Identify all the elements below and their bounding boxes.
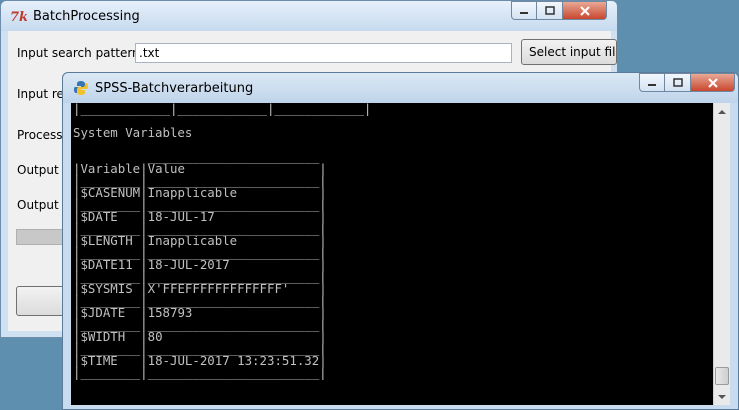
chevron-up-icon: [718, 109, 726, 114]
select-input-file-button[interactable]: Select input file: [521, 39, 617, 65]
close-button[interactable]: [691, 73, 735, 92]
minimize-button[interactable]: [639, 73, 665, 92]
output-f-label: Output f: [17, 163, 67, 177]
minimize-button[interactable]: [511, 1, 537, 20]
vertical-scrollbar[interactable]: [713, 103, 730, 405]
python-icon: [74, 81, 88, 95]
progress-bar: [16, 229, 66, 245]
title-bar[interactable]: 7k BatchProcessing: [1, 1, 617, 31]
input-pattern-label: Input search pattern: [17, 46, 140, 60]
close-icon: [707, 77, 718, 88]
maximize-icon: [672, 78, 683, 87]
action-button[interactable]: [16, 286, 66, 316]
input-pattern-field[interactable]: .txt: [135, 43, 512, 63]
chevron-down-icon: [718, 394, 726, 399]
system-variables-table: _______________________ |Variable|Value …: [71, 150, 713, 380]
scroll-down-button[interactable]: [714, 388, 730, 405]
maximize-button[interactable]: [537, 1, 563, 20]
scroll-thumb[interactable]: [715, 367, 729, 385]
title-bar[interactable]: SPSS-Batchverarbeitung: [63, 73, 738, 103]
processing-label: Processi: [17, 128, 66, 142]
table-border: |________|_______________________|: [73, 365, 327, 380]
console-prev-table-end: |____________|____________|____________|: [73, 103, 372, 116]
minimize-icon: [648, 83, 656, 86]
close-button[interactable]: [563, 1, 607, 20]
console-header: System Variables: [73, 125, 193, 140]
maximize-button[interactable]: [665, 73, 691, 92]
window-title: BatchProcessing: [33, 9, 140, 24]
scroll-up-button[interactable]: [714, 103, 730, 120]
spss-batch-window: SPSS-Batchverarbeitung |____________|___…: [62, 72, 739, 410]
svg-text:7k: 7k: [10, 10, 27, 24]
console-output[interactable]: |____________|____________|____________|…: [71, 103, 713, 405]
minimize-icon: [520, 11, 528, 14]
maximize-icon: [544, 6, 555, 15]
window-title: SPSS-Batchverarbeitung: [95, 81, 254, 96]
tk-feather-icon: 7k: [10, 10, 27, 24]
close-icon: [579, 5, 590, 16]
